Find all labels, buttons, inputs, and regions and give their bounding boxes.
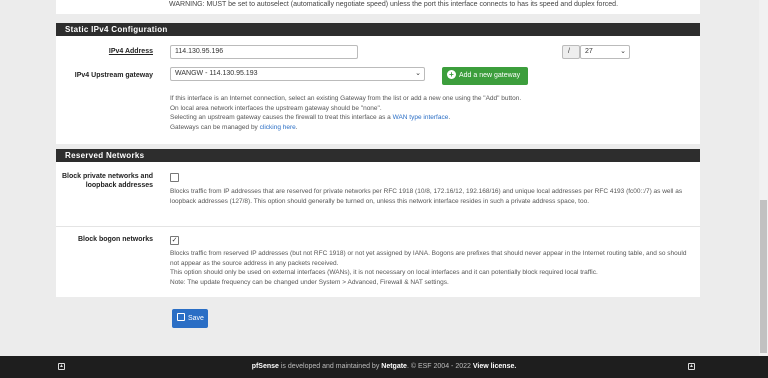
block-private-checkbox[interactable] <box>170 173 179 182</box>
block-private-help: Blocks traffic from IP addresses that ar… <box>170 188 683 205</box>
ipv4-address-input[interactable]: 114.130.95.196 <box>170 45 358 59</box>
interface-panel-remainder: WARNING: MUST be set to autoselect (auto… <box>56 0 700 14</box>
plus-icon: + <box>447 69 456 79</box>
save-button[interactable]: Save <box>172 309 208 328</box>
block-bogon-help: Blocks traffic from reserved IP addresse… <box>170 249 694 287</box>
row-divider <box>56 226 700 227</box>
floppy-disk-icon <box>177 313 185 322</box>
ipv4-gateway-value: WANGW - 114.130.95.193 <box>175 70 258 77</box>
reserved-section-header: Reserved Networks <box>56 149 700 162</box>
cidr-separator: / <box>562 45 580 59</box>
block-bogon-label: Block bogon networks <box>77 236 153 243</box>
bogon-help-1: Blocks traffic from reserved IP addresse… <box>170 250 687 267</box>
bogon-help-2: This option should only be used on exter… <box>170 269 598 276</box>
view-license-link[interactable]: View license. <box>473 363 516 370</box>
footer-text: is developed and maintained by <box>278 363 382 370</box>
gateway-help-line3: Selecting an upstream gateway causes the… <box>170 113 690 123</box>
bogon-help-3: Note: The update frequency can be change… <box>170 278 449 286</box>
help-text: Gateways can be managed by <box>170 123 260 131</box>
block-bogon-checkbox[interactable]: ✓ <box>170 236 179 245</box>
add-gateway-button[interactable]: + Add a new gateway <box>442 67 528 85</box>
add-gateway-label: Add a new gateway <box>459 72 521 79</box>
manage-gateways-link[interactable]: clicking here <box>260 124 296 131</box>
chevron-down-icon: ⌄ <box>620 48 626 55</box>
reserved-section-title: Reserved Networks <box>65 151 145 160</box>
gateway-help-line2: On local area network interfaces the ups… <box>170 104 382 112</box>
footer-expand-icon[interactable]: ▲ <box>688 363 695 370</box>
help-text: . <box>295 123 298 131</box>
ipv4-section-header: Static IPv4 Configuration <box>56 23 700 36</box>
footer-brand: pfSense <box>251 363 279 370</box>
help-text: Selecting an upstream gateway causes the… <box>170 114 393 121</box>
ipv4-gateway-select[interactable]: WANGW - 114.130.95.193 ⌄ <box>170 67 425 81</box>
cidr-select[interactable]: 27 ⌄ <box>580 45 630 59</box>
footer: pfSense is developed and maintained by N… <box>0 356 768 378</box>
wan-type-interface-link[interactable]: WAN type interface <box>393 114 449 121</box>
ipv4-gateway-help: If this interface is an Internet connect… <box>170 94 690 132</box>
save-label: Save <box>188 315 204 322</box>
ipv4-gateway-label: IPv4 Upstream gateway <box>74 72 153 79</box>
block-private-label: Block private networks and loopback addr… <box>61 173 153 189</box>
ipv4-address-label: IPv4 Address <box>108 48 153 55</box>
footer-text: . © ESF 2004 - 2022 <box>406 363 473 370</box>
gateway-help-line4: Gateways can be managed by clicking here… <box>170 123 690 133</box>
ipv4-section-title: Static IPv4 Configuration <box>65 25 168 34</box>
chevron-down-icon: ⌄ <box>415 70 421 77</box>
speed-duplex-warning: WARNING: MUST be set to autoselect (auto… <box>169 1 619 8</box>
scrollbar-thumb[interactable] <box>760 200 767 353</box>
netgate-link[interactable]: Netgate <box>381 363 407 370</box>
help-text: . <box>448 114 451 121</box>
cidr-select-value: 27 <box>585 48 593 55</box>
gateway-help-line1: If this interface is an Internet connect… <box>170 95 522 102</box>
footer-collapse-icon[interactable]: ▲ <box>58 363 65 370</box>
